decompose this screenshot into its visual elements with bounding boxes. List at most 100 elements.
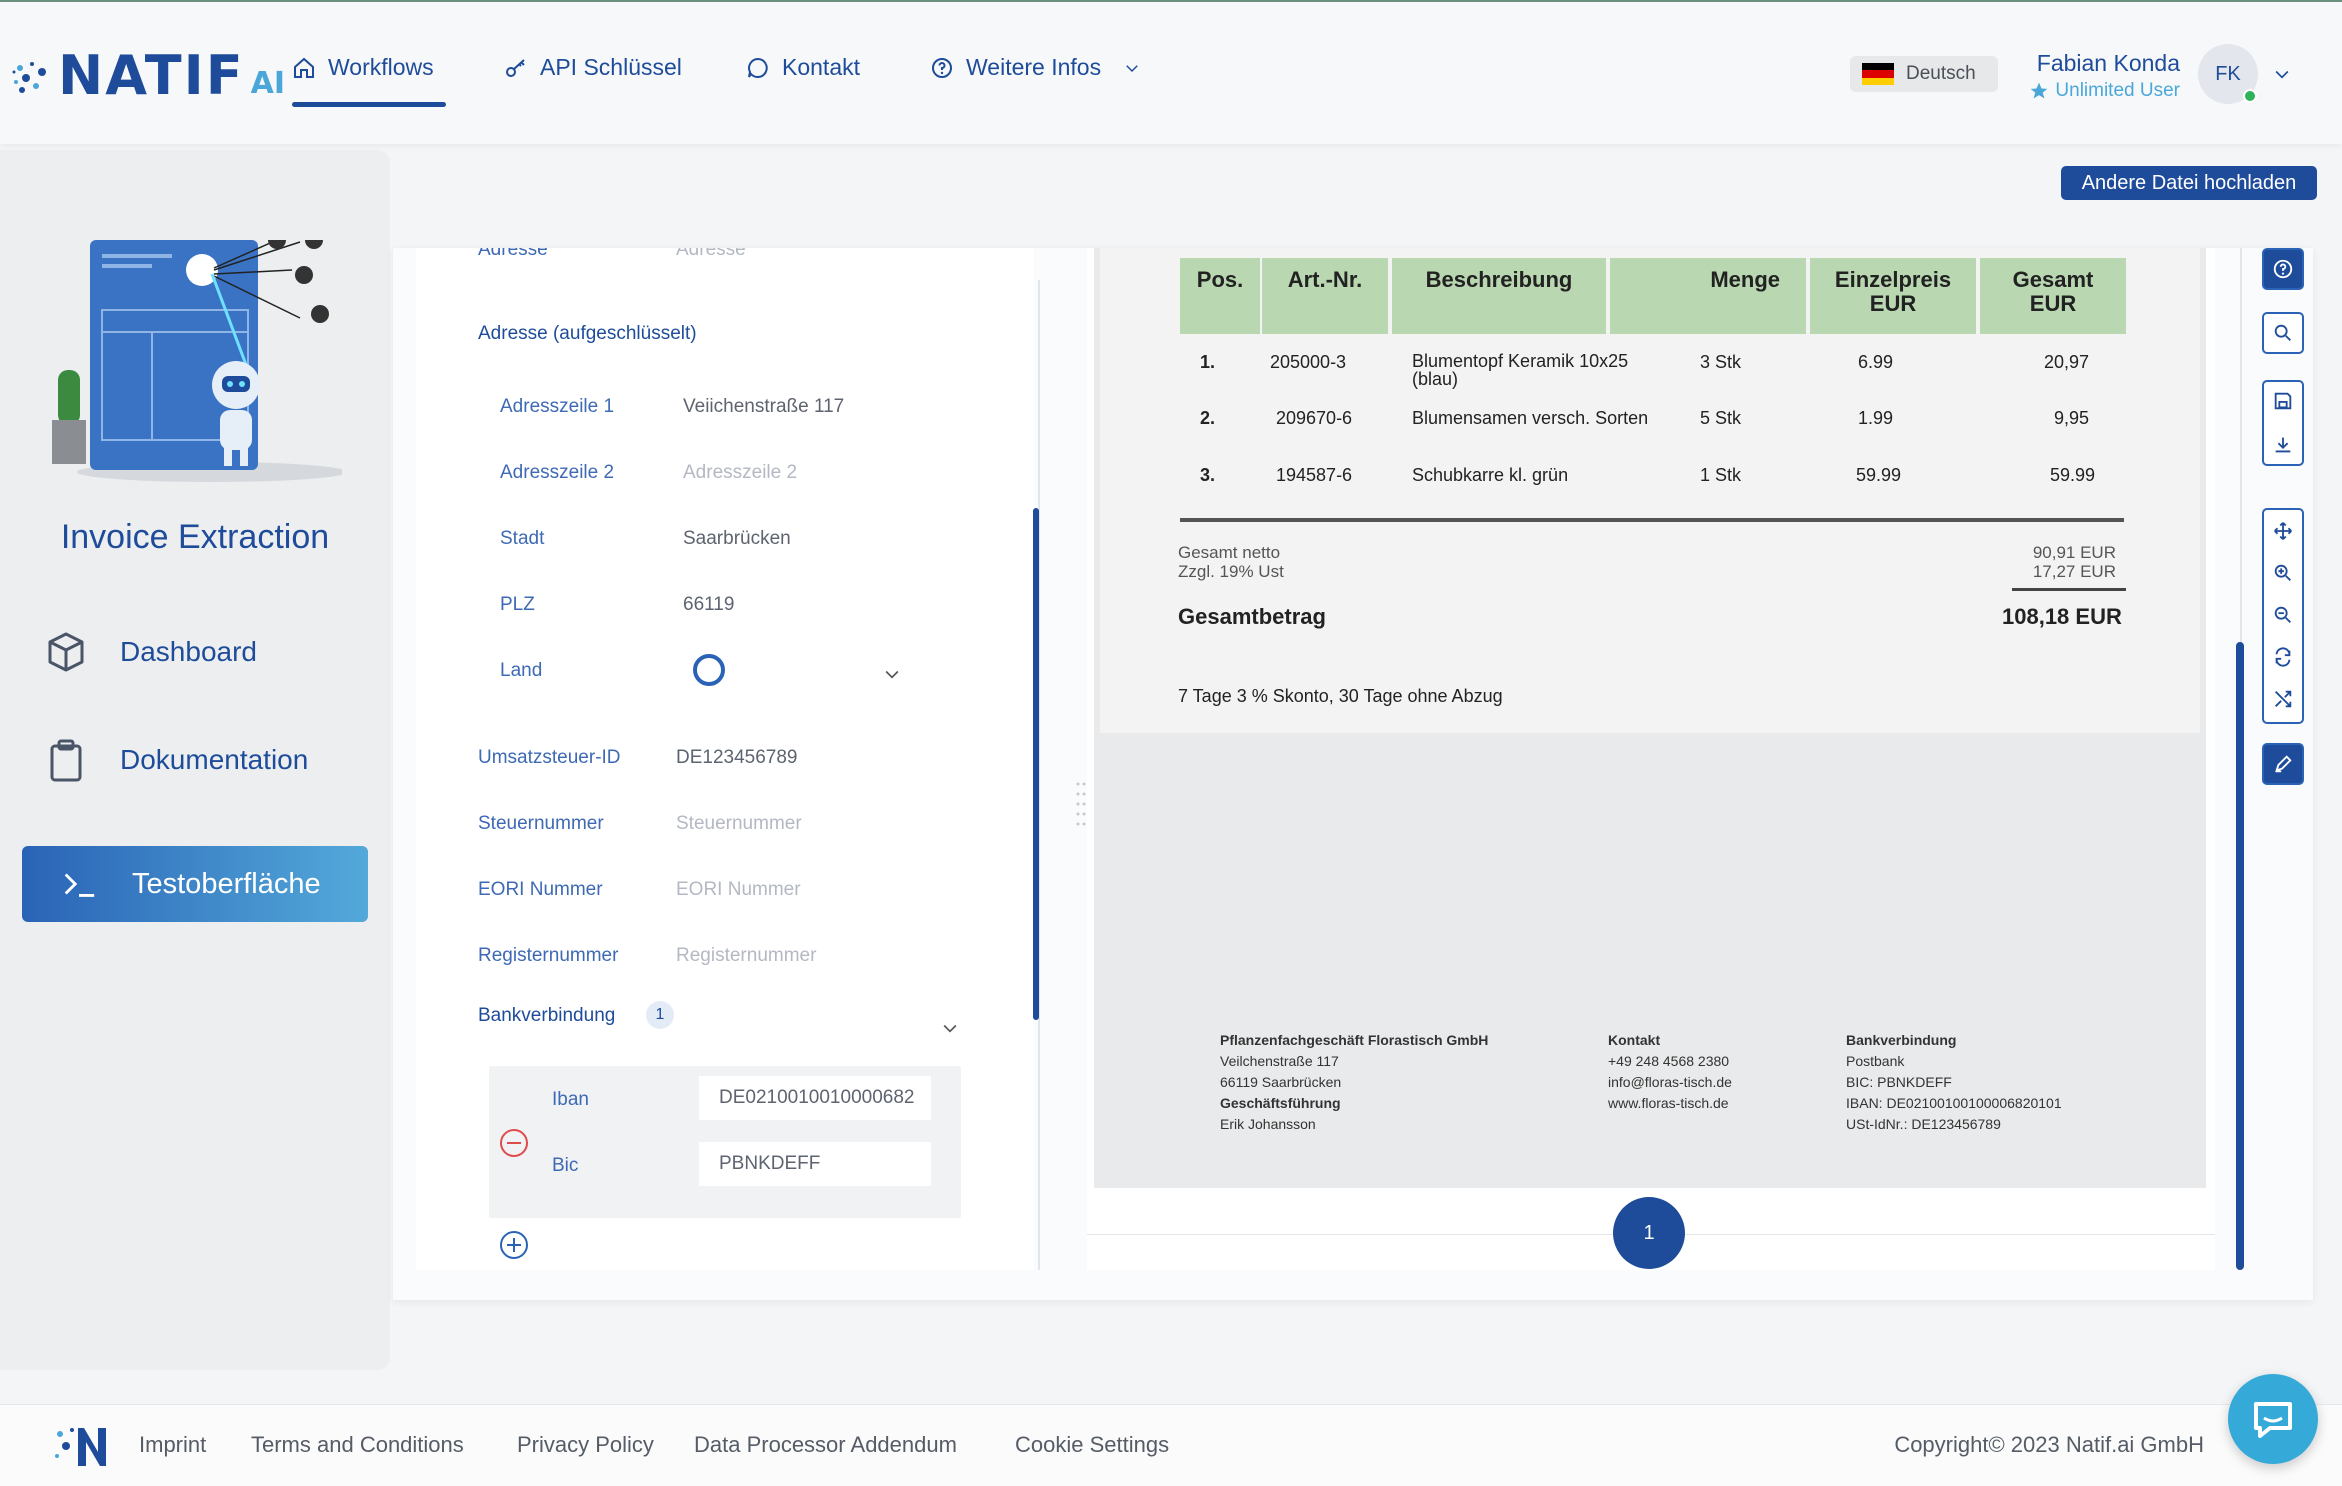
nav-api-keys[interactable]: API Schlüssel: [504, 54, 682, 81]
row3-desc: Schubkarre kl. grün: [1412, 465, 1569, 485]
addr2-input[interactable]: Adresszeile 2: [683, 462, 797, 484]
country-label: Land: [500, 660, 543, 681]
chat-widget-button[interactable]: [2228, 1374, 2318, 1464]
addr2-label: Adresszeile 2: [500, 462, 615, 483]
eori-label: EORI Nummer: [478, 879, 603, 900]
nav-more-info[interactable]: Weitere Infos: [930, 54, 1141, 81]
download-button[interactable]: [2262, 424, 2304, 466]
save-button[interactable]: [2262, 380, 2304, 422]
help-circle-icon: [932, 57, 952, 78]
addr1-input[interactable]: Veiichenstraße 117: [683, 396, 844, 418]
footer-link-imprint[interactable]: Imprint: [139, 1432, 206, 1458]
row2-desc: Blumensamen versch. Sorten: [1412, 408, 1649, 428]
vat-value: 17,27 EUR: [2032, 562, 2116, 581]
col-header-unit-currency: EUR: [1869, 291, 1917, 316]
help-button[interactable]: [2262, 248, 2304, 290]
sidebar-item-testoberflaeche-label: Testoberfläche: [132, 867, 321, 900]
app-title: Invoice Extraction: [60, 518, 330, 556]
sidebar-item-dokumentation[interactable]: Dokumentation: [46, 738, 308, 782]
remove-bank-icon[interactable]: [499, 1128, 529, 1158]
col-header-pos: Pos.: [1180, 258, 1260, 334]
clipboard-icon: [50, 739, 82, 782]
resize-handle-icon[interactable]: [1076, 780, 1086, 832]
nav-active-indicator: [292, 102, 446, 107]
row3-qty: 1 Stk: [1700, 465, 1742, 485]
eori-input[interactable]: EORI Nummer: [676, 879, 801, 901]
bic-input[interactable]: PBNKDEFF: [699, 1142, 931, 1186]
user-name[interactable]: Fabian Konda: [2037, 50, 2180, 77]
rotate-button[interactable]: [2262, 636, 2304, 678]
net-value: 90,91 EUR: [2032, 543, 2116, 562]
country-dropdown-chevron-icon[interactable]: [882, 664, 902, 684]
help-icon: [2273, 259, 2293, 279]
upload-other-file-button[interactable]: Andere Datei hochladen: [2061, 166, 2317, 200]
logo-word: NATIF: [58, 44, 245, 107]
row1-pos: 1.: [1200, 352, 1216, 372]
terminal-icon: [64, 873, 95, 897]
form-scrollbar[interactable]: [1033, 508, 1039, 1020]
sidebar-item-testoberflaeche[interactable]: Testoberfläche: [22, 846, 368, 922]
city-input[interactable]: Saarbrücken: [683, 528, 791, 550]
row2-art: 209670-6: [1276, 408, 1353, 428]
sidebar-item-dokumentation-label: Dokumentation: [120, 744, 309, 775]
footer-link-terms[interactable]: Terms and Conditions: [251, 1432, 464, 1458]
doc-company-city: 66119 Saarbrücken: [1220, 1074, 1342, 1090]
city-label: Stadt: [500, 528, 545, 549]
total-label: Gesamtbetrag: [1178, 604, 1326, 629]
doc-contact-web: www.floras-tisch.de: [1608, 1095, 1729, 1111]
zoom-in-button[interactable]: [2262, 552, 2304, 594]
copyright: Copyright© 2023 Natif.ai GmbH: [1894, 1432, 2204, 1457]
net-label: Gesamt netto: [1178, 543, 1281, 562]
footer-link-privacy[interactable]: Privacy Policy: [517, 1432, 654, 1458]
address-section-title[interactable]: Adresse (aufgeschlüsselt): [478, 323, 697, 345]
star-icon: [2031, 82, 2048, 99]
fit-button[interactable]: [2262, 678, 2304, 720]
natif-logo[interactable]: NATIF AI: [12, 44, 285, 107]
col-header-unit-label: Einzelpreis: [1834, 267, 1952, 292]
download-icon: [2275, 437, 2291, 453]
col-header-total-currency: EUR: [2029, 291, 2077, 316]
zoom-out-button[interactable]: [2262, 594, 2304, 636]
zip-input[interactable]: 66119: [683, 594, 734, 616]
payment-terms: 7 Tage 3 % Skonto, 30 Tage ohne Abzug: [1178, 686, 1503, 706]
chevron-down-icon: [1126, 64, 1138, 72]
sidebar: Invoice Extraction Dashboard Dokumentati…: [0, 150, 390, 1370]
doc-contact-phone: +49 248 4568 2380: [1608, 1053, 1730, 1069]
bank-section-title[interactable]: Bankverbindung: [478, 1005, 615, 1027]
footer-link-dpa[interactable]: Data Processor Addendum: [694, 1432, 957, 1458]
sidebar-item-dashboard[interactable]: Dashboard: [46, 630, 257, 674]
tax-number-input[interactable]: Steuernummer: [676, 813, 802, 835]
save-icon: [2274, 392, 2292, 410]
page-number-button[interactable]: 1: [1613, 1197, 1685, 1269]
doc-contact-email: info@floras-tisch.de: [1608, 1074, 1732, 1090]
viewer-scrollbar[interactable]: [2236, 642, 2244, 1270]
annotate-button[interactable]: [2262, 743, 2304, 785]
pan-button[interactable]: [2262, 510, 2304, 552]
iban-label: Iban: [552, 1089, 589, 1110]
doc-footer-company: Pflanzenfachgeschäft Florastisch GmbH Ve…: [1220, 1030, 1488, 1135]
add-bank-icon[interactable]: [499, 1230, 529, 1260]
footer-logo-icon[interactable]: [52, 1422, 110, 1470]
user-menu-chevron-icon[interactable]: [2272, 64, 2292, 84]
sidebar-item-dashboard-label: Dashboard: [120, 636, 257, 667]
net-block: Gesamt netto Zzgl. 19% Ust: [1178, 543, 1284, 581]
zip-label: PLZ: [500, 594, 535, 615]
search-button[interactable]: [2262, 312, 2304, 354]
doc-footer-contact: Kontakt +49 248 4568 2380 info@floras-ti…: [1608, 1030, 1732, 1114]
nav-workflows[interactable]: Workflows: [292, 54, 434, 81]
rotate-icon: [2275, 647, 2291, 667]
iban-input[interactable]: DE0210010010000682: [699, 1076, 931, 1120]
bank-section-chevron-icon[interactable]: [940, 1018, 960, 1038]
nav-contact[interactable]: Kontakt: [746, 54, 860, 81]
row1-unit: 6.99: [1858, 352, 1894, 372]
cut-off-field-input[interactable]: Adresse: [676, 248, 746, 261]
vat-id-input[interactable]: DE123456789: [676, 747, 798, 769]
row1-desc-line1: Blumentopf Keramik 10x25: [1412, 351, 1629, 371]
language-selector[interactable]: Deutsch: [1850, 56, 1998, 92]
row1-desc: Blumentopf Keramik 10x25 (blau): [1412, 352, 1628, 388]
register-number-input[interactable]: Registernummer: [676, 945, 816, 967]
invoice-robot-illustration-icon: [52, 240, 342, 482]
row1-desc-line2: (blau): [1412, 369, 1459, 389]
key-icon: [506, 58, 525, 77]
footer-link-cookies[interactable]: Cookie Settings: [1015, 1432, 1169, 1458]
